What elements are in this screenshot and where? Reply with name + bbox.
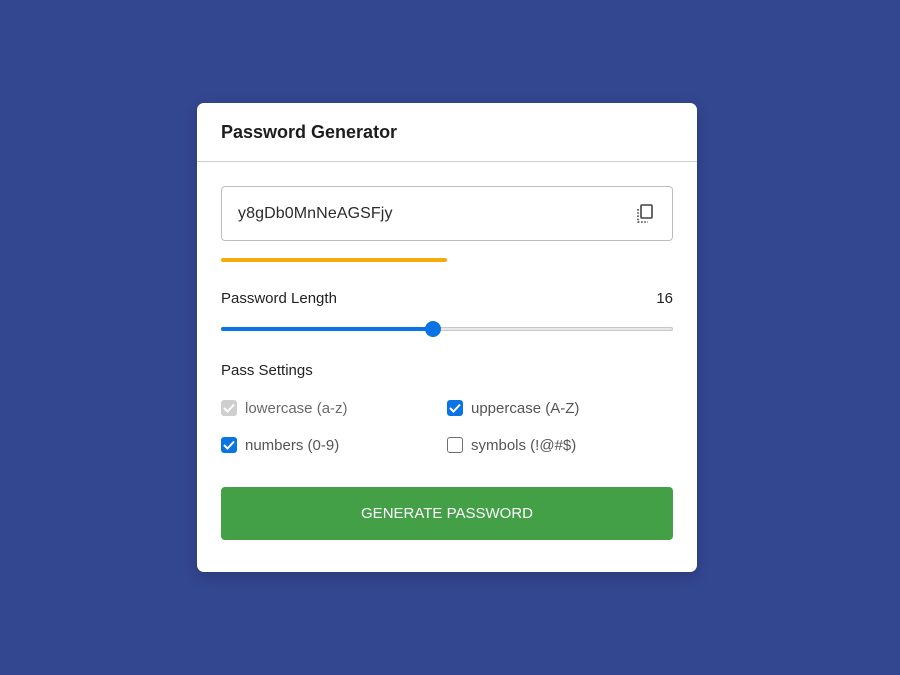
generate-password-button[interactable]: Generate Password	[221, 487, 673, 540]
option-uppercase[interactable]: uppercase (A-Z)	[447, 400, 673, 417]
option-lowercase: lowercase (a-z)	[221, 399, 447, 417]
copy-button[interactable]	[634, 203, 656, 225]
lowercase-label: lowercase (a-z)	[245, 399, 348, 417]
settings-options: lowercase (a-z) uppercase (A-Z) numbers …	[221, 399, 673, 454]
card-header: Password Generator	[197, 103, 697, 162]
card-body: y8gDb0MnNeAGSFjy Password Length 16 Pass…	[197, 162, 697, 540]
length-row: Password Length 16	[221, 290, 673, 307]
copy-icon	[637, 203, 653, 223]
uppercase-label[interactable]: uppercase (A-Z)	[471, 400, 579, 417]
page-title: Password Generator	[221, 121, 398, 142]
uppercase-checkbox[interactable]	[447, 400, 463, 416]
settings-heading: Pass Settings	[221, 362, 313, 379]
strength-meter-fill	[221, 258, 447, 262]
lowercase-checkbox	[221, 400, 237, 416]
password-generator-card: Password Generator y8gDb0MnNeAGSFjy Pass…	[197, 103, 697, 572]
password-value[interactable]: y8gDb0MnNeAGSFjy	[238, 205, 393, 223]
symbols-label[interactable]: symbols (!@#$)	[471, 437, 576, 454]
option-symbols[interactable]: symbols (!@#$)	[447, 437, 673, 454]
slider-fill	[221, 327, 434, 331]
slider-thumb[interactable]	[425, 321, 442, 337]
length-slider[interactable]	[221, 321, 673, 337]
password-display[interactable]: y8gDb0MnNeAGSFjy	[221, 186, 673, 241]
option-numbers[interactable]: numbers (0-9)	[221, 437, 447, 454]
numbers-label[interactable]: numbers (0-9)	[245, 437, 339, 454]
length-value: 16	[656, 290, 673, 307]
symbols-checkbox[interactable]	[447, 437, 463, 453]
numbers-checkbox[interactable]	[221, 437, 237, 453]
length-label: Password Length	[221, 290, 337, 307]
strength-meter	[221, 258, 673, 262]
